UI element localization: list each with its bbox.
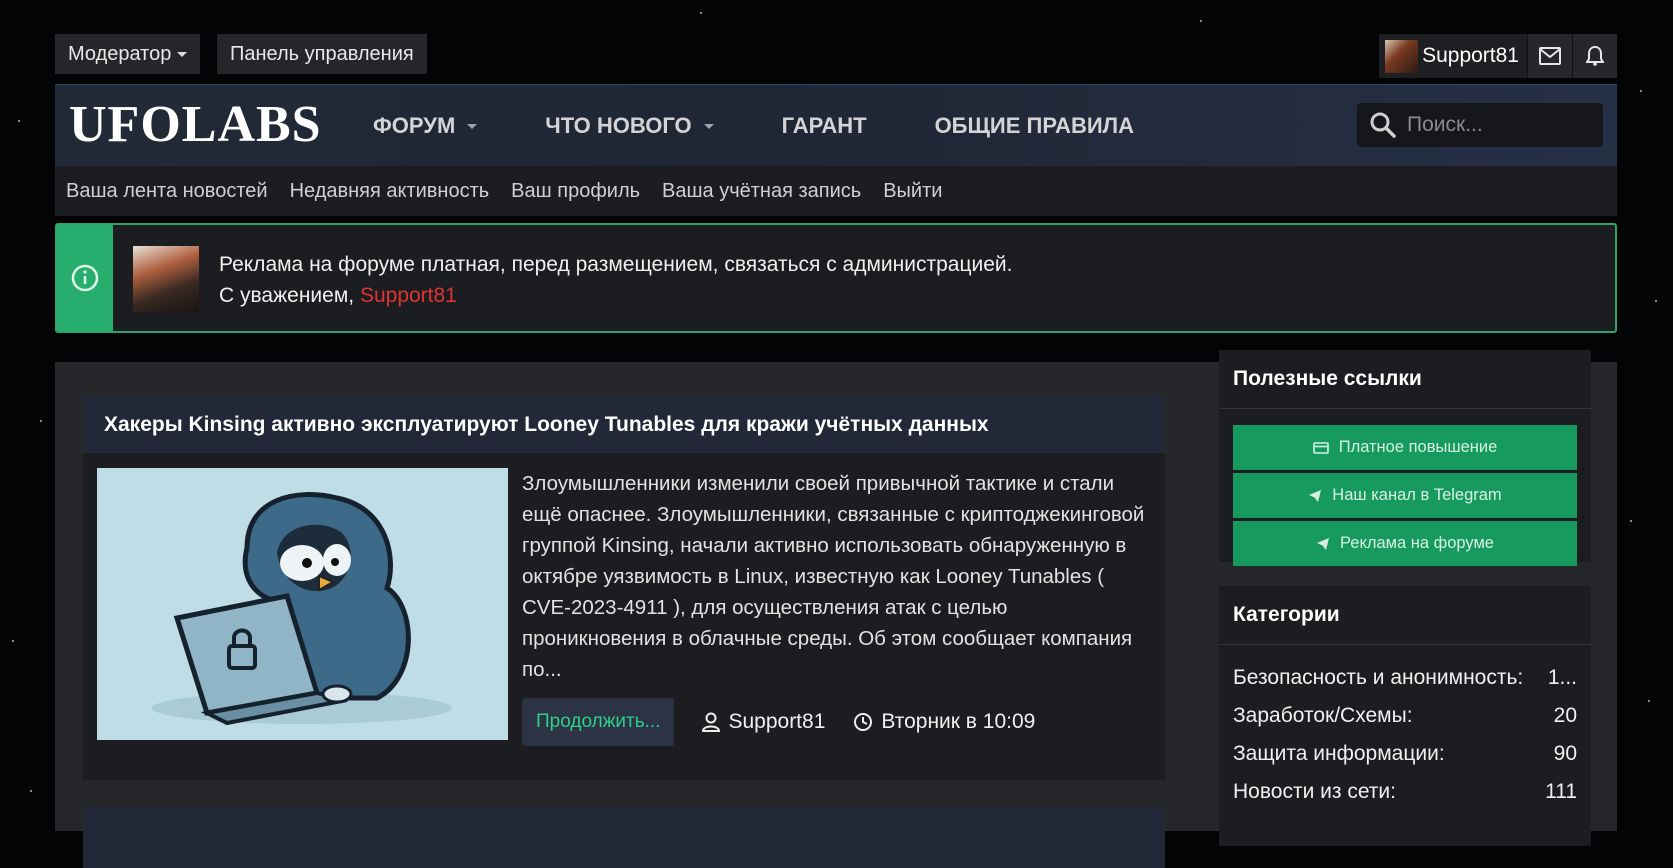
- notice-author-avatar[interactable]: [133, 246, 199, 312]
- notice-line1: Реклама на форуме платная, перед размеще…: [219, 253, 1013, 276]
- info-icon: [71, 264, 99, 292]
- article-card: Хакеры Kinsing активно эксплуатируют Loo…: [83, 396, 1165, 780]
- telegram-channel-button[interactable]: Наш канал в Telegram: [1233, 473, 1577, 518]
- nav-rules-label: ОБЩИЕ ПРАВИЛА: [934, 113, 1134, 138]
- useful-links-block: Полезные ссылки Платное повышение Наш ка…: [1219, 350, 1591, 566]
- article-thumbnail[interactable]: [97, 468, 508, 740]
- bell-icon: [1586, 46, 1604, 66]
- article-date[interactable]: Вторник в 10:09: [853, 710, 1035, 734]
- category-name: Безопасность и анонимность:: [1233, 666, 1524, 689]
- subnav-account[interactable]: Ваша учётная запись: [662, 180, 861, 203]
- telegram-icon: [1309, 489, 1322, 502]
- chevron-down-icon: [703, 123, 714, 129]
- notice-text: Реклама на форуме платная, перед размеще…: [219, 249, 1012, 311]
- subnav-profile[interactable]: Ваш профиль: [511, 180, 640, 203]
- main-nav: ФОРУМ ЧТО НОВОГО ГАРАНТ ОБЩИЕ ПРАВИЛА: [373, 85, 1202, 167]
- credit-card-icon: [1312, 441, 1329, 454]
- search-box[interactable]: [1357, 103, 1603, 147]
- nav-guarantor-label: ГАРАНТ: [781, 113, 867, 138]
- category-count: 111: [1545, 780, 1577, 803]
- main-content: Хакеры Kinsing активно эксплуатируют Loo…: [55, 350, 1617, 868]
- article-time: Вторник в 10:09: [881, 710, 1036, 733]
- article-excerpt: Злоумышленники изменили своей привычной …: [522, 472, 1145, 681]
- user-icon: [702, 712, 721, 732]
- control-panel-button[interactable]: Панель управления: [217, 34, 427, 74]
- chevron-down-icon: [467, 123, 478, 129]
- nav-forum-label: ФОРУМ: [373, 113, 456, 138]
- category-count: 20: [1553, 704, 1577, 727]
- article-meta: Продолжить... Support81 Вторник в 10:09: [522, 698, 1035, 746]
- inbox-button[interactable]: [1527, 34, 1572, 78]
- telegram-channel-label: Наш канал в Telegram: [1332, 486, 1502, 504]
- category-name: Заработок/Схемы:: [1233, 704, 1413, 727]
- article-header: Хакеры Kinsing активно эксплуатируют Loo…: [83, 396, 1165, 453]
- article-author-name: Support81: [728, 710, 826, 733]
- next-article-card: [83, 808, 1165, 868]
- account-area: Support81: [1379, 34, 1617, 78]
- categories-title: Категории: [1219, 586, 1591, 645]
- category-name: Защита информации:: [1233, 742, 1445, 765]
- continue-reading-button[interactable]: Продолжить...: [522, 698, 675, 746]
- paid-upgrade-label: Платное повышение: [1338, 438, 1498, 456]
- moderator-menu-button[interactable]: Модератор: [55, 34, 201, 74]
- sub-nav: Ваша лента новостей Недавняя активность …: [55, 166, 1617, 216]
- article-title[interactable]: Хакеры Kinsing активно эксплуатируют Loo…: [104, 413, 989, 437]
- category-name: Новости из сети:: [1233, 780, 1396, 803]
- category-row[interactable]: Безопасность и анонимность: 1...: [1219, 659, 1591, 697]
- nav-rules[interactable]: ОБЩИЕ ПРАВИЛА: [935, 113, 1134, 139]
- category-row[interactable]: Защита информации: 90: [1219, 735, 1591, 773]
- category-row[interactable]: Новости из сети: 111: [1219, 773, 1591, 811]
- clock-icon: [854, 713, 873, 731]
- notice-side: [57, 225, 113, 331]
- article-author[interactable]: Support81: [702, 710, 825, 734]
- category-count: 1...: [1547, 666, 1577, 689]
- top-bar: Модератор Панель управления Support81: [55, 34, 1617, 78]
- notice-author-link[interactable]: Support81: [360, 284, 457, 307]
- forum-ads-button[interactable]: Реклама на форуме: [1233, 521, 1577, 566]
- category-count: 90: [1553, 742, 1577, 765]
- nav-whats-new[interactable]: ЧТО НОВОГО: [545, 113, 714, 139]
- nav-guarantor[interactable]: ГАРАНТ: [782, 113, 867, 139]
- search-icon: [1370, 112, 1396, 138]
- next-article-title-hidden[interactable]: [83, 808, 1165, 840]
- chevron-down-icon: [177, 52, 188, 58]
- subnav-logout[interactable]: Выйти: [883, 180, 942, 203]
- subnav-news-feed[interactable]: Ваша лента новостей: [66, 180, 268, 203]
- nav-forum[interactable]: ФОРУМ: [373, 113, 478, 139]
- notice-banner: Реклама на форуме платная, перед размеще…: [55, 223, 1617, 333]
- alerts-button[interactable]: [1572, 34, 1617, 78]
- nav-whats-new-label: ЧТО НОВОГО: [545, 113, 692, 138]
- categories-block: Категории Безопасность и анонимность: 1..…: [1219, 586, 1591, 846]
- subnav-recent-activity[interactable]: Недавняя активность: [290, 180, 490, 203]
- notice-line2-prefix: С уважением,: [219, 284, 360, 307]
- control-panel-label: Панель управления: [230, 43, 414, 65]
- moderator-label: Модератор: [68, 43, 172, 65]
- useful-links-title: Полезные ссылки: [1219, 350, 1591, 409]
- forum-ads-label: Реклама на форуме: [1340, 534, 1494, 552]
- site-header: UFOLABS ФОРУМ ЧТО НОВОГО ГАРАНТ ОБЩИЕ ПР…: [55, 84, 1617, 167]
- hooded-penguin-hacker-illustration: [97, 468, 508, 740]
- search-input[interactable]: [1405, 112, 1599, 138]
- envelope-icon: [1539, 47, 1561, 65]
- site-logo[interactable]: UFOLABS: [69, 95, 322, 154]
- username-link[interactable]: Support81: [1422, 44, 1527, 68]
- category-row[interactable]: Заработок/Схемы: 20: [1219, 697, 1591, 735]
- paid-upgrade-button[interactable]: Платное повышение: [1233, 425, 1577, 470]
- telegram-icon: [1317, 537, 1329, 550]
- user-avatar[interactable]: [1385, 39, 1419, 73]
